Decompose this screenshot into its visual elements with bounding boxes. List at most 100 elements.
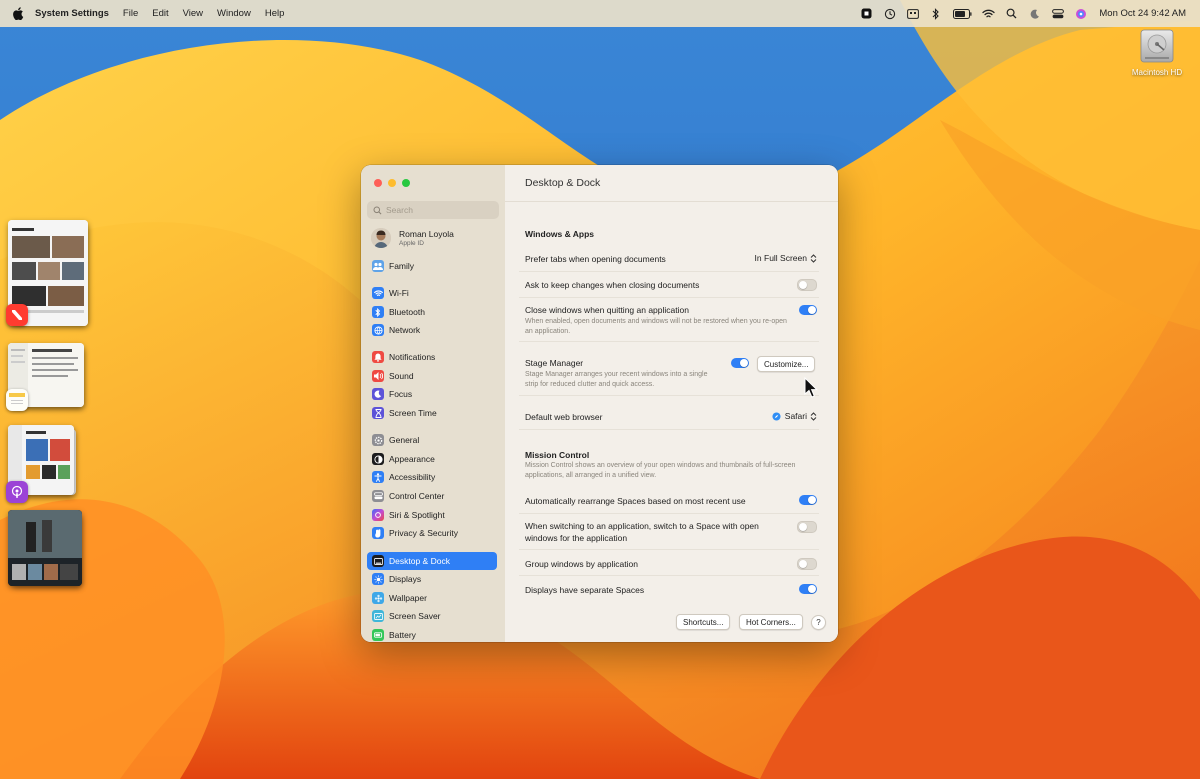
menu-file[interactable]: File: [123, 8, 138, 19]
zoom-window-button[interactable]: [402, 179, 410, 187]
default-browser-label: Default web browser: [525, 412, 603, 422]
menu-help[interactable]: Help: [265, 8, 285, 19]
keyboard-icon[interactable]: [906, 7, 919, 20]
default-browser-popup[interactable]: Safari: [772, 411, 817, 421]
default-browser-value: Safari: [784, 411, 807, 421]
auto-rearrange-toggle[interactable]: [799, 495, 817, 505]
user-name: Roman Loyola: [399, 229, 454, 239]
bluetooth-icon: [372, 306, 384, 318]
sidebar-item-desktop-dock[interactable]: Desktop & Dock: [367, 552, 497, 570]
menu-edit[interactable]: Edit: [152, 8, 168, 19]
chevron-updown-icon: [810, 411, 817, 421]
wifi-status-icon[interactable]: [982, 7, 996, 20]
hot-corners-button[interactable]: Hot Corners...: [739, 614, 803, 630]
sidebar-item-appearance[interactable]: Appearance: [367, 450, 497, 468]
menu-bar-status: Mon Oct 24 9:42 AM: [860, 0, 1186, 27]
setting-row-separate-spaces: Displays have separate Spaces: [519, 575, 819, 601]
sidebar-item-label: Notifications: [389, 352, 436, 362]
hard-drive-icon: [1140, 29, 1174, 63]
window-controls: [374, 179, 410, 187]
content-titlebar: Desktop & Dock: [505, 165, 838, 202]
time-machine-icon[interactable]: [883, 7, 896, 20]
general-icon: [372, 434, 384, 446]
displays-icon: [372, 573, 384, 585]
sidebar-item-label: Siri & Spotlight: [389, 510, 445, 520]
sidebar-item-label: Wi-Fi: [389, 288, 409, 298]
system-settings-window: Search Roman Loyola Apple ID Family Wi-F…: [361, 165, 838, 642]
spotlight-icon[interactable]: [1005, 7, 1018, 20]
sidebar-item-accessibility[interactable]: Accessibility: [367, 468, 497, 486]
apple-id-account[interactable]: Roman Loyola Apple ID: [371, 228, 454, 248]
accessibility-icon: [372, 471, 384, 483]
menu-view[interactable]: View: [183, 8, 203, 19]
news-app-icon: [6, 304, 28, 326]
minimize-window-button[interactable]: [388, 179, 396, 187]
sidebar-item-sound[interactable]: Sound: [367, 367, 497, 385]
mouse-pointer-icon: [804, 377, 818, 398]
group-windows-label: Group windows by application: [525, 559, 638, 569]
sidebar-item-general[interactable]: General: [367, 431, 497, 449]
menu-bar: System Settings File Edit View Window He…: [0, 0, 1200, 27]
sidebar-item-notifications[interactable]: Notifications: [367, 348, 497, 366]
macintosh-hd-desktop-item[interactable]: Macintosh HD: [1122, 26, 1192, 77]
control-center-status-icon[interactable]: [1051, 7, 1064, 20]
bluetooth-status-icon[interactable]: [929, 7, 942, 20]
prefer-tabs-popup[interactable]: In Full Screen: [755, 253, 817, 263]
section-header-mission-control: Mission Control: [525, 450, 590, 460]
setting-row-ask-keep-changes: Ask to keep changes when closing documen…: [519, 271, 819, 298]
battery-status-icon[interactable]: [952, 7, 972, 20]
separate-spaces-toggle[interactable]: [799, 584, 817, 594]
shortcuts-button[interactable]: Shortcuts...: [676, 614, 731, 630]
sidebar-item-label: Network: [389, 325, 421, 335]
wallpaper-icon: [372, 592, 384, 604]
help-button[interactable]: ?: [811, 615, 826, 630]
siri-icon: [372, 509, 384, 521]
sidebar-item-focus[interactable]: Focus: [367, 385, 497, 403]
menu-app-name[interactable]: System Settings: [35, 8, 109, 19]
battery-icon: [372, 629, 384, 641]
separate-spaces-label: Displays have separate Spaces: [525, 585, 645, 595]
screen-saver-icon: [372, 610, 384, 622]
record-icon[interactable]: [860, 7, 873, 20]
sidebar-item-bluetooth[interactable]: Bluetooth: [367, 303, 497, 321]
sidebar-search-field[interactable]: Search: [367, 201, 499, 219]
sidebar-item-siri-spotlight[interactable]: Siri & Spotlight: [367, 506, 497, 524]
sidebar-item-battery[interactable]: Battery: [367, 626, 497, 642]
sidebar-item-family[interactable]: Family: [367, 257, 497, 275]
sidebar-item-control-center[interactable]: Control Center: [367, 487, 497, 505]
search-placeholder: Search: [386, 205, 413, 215]
sidebar-item-privacy-security[interactable]: Privacy & Security: [367, 524, 497, 542]
group-windows-toggle[interactable]: [797, 558, 817, 570]
menu-bar-clock[interactable]: Mon Oct 24 9:42 AM: [1099, 8, 1186, 19]
stage-manager-toggle[interactable]: [731, 358, 749, 368]
sidebar-item-screen-time[interactable]: Screen Time: [367, 404, 497, 422]
desktop-dock-icon: [372, 555, 384, 567]
sidebar-item-screen-saver[interactable]: Screen Saver: [367, 607, 497, 625]
switch-space-toggle[interactable]: [797, 521, 817, 533]
menu-window[interactable]: Window: [217, 8, 251, 19]
close-window-button[interactable]: [374, 179, 382, 187]
sidebar-item-label: Wallpaper: [389, 593, 427, 603]
sidebar-item-network[interactable]: Network: [367, 321, 497, 339]
sidebar-item-label: Battery: [389, 630, 416, 640]
settings-sidebar: Search Roman Loyola Apple ID Family Wi-F…: [361, 165, 506, 642]
appearance-icon: [372, 453, 384, 465]
sidebar-item-wifi[interactable]: Wi-Fi: [367, 284, 497, 302]
close-windows-toggle[interactable]: [799, 305, 817, 315]
sidebar-item-wallpaper[interactable]: Wallpaper: [367, 589, 497, 607]
page-title: Desktop & Dock: [525, 177, 601, 189]
sidebar-item-label: Appearance: [389, 454, 435, 464]
siri-status-icon[interactable]: [1074, 7, 1087, 20]
network-icon: [372, 324, 384, 336]
apple-icon[interactable]: [11, 7, 25, 20]
sidebar-item-displays[interactable]: Displays: [367, 570, 497, 588]
sidebar-item-label: Privacy & Security: [389, 528, 458, 538]
settings-content-pane: Desktop & Dock Windows & Apps Prefer tab…: [505, 165, 838, 642]
prefer-tabs-label: Prefer tabs when opening documents: [525, 254, 666, 264]
ask-keep-toggle[interactable]: [797, 279, 817, 291]
mission-control-description: Mission Control shows an overview of you…: [525, 462, 796, 479]
stage-manager-customize-button[interactable]: Customize...: [757, 356, 816, 372]
sidebar-item-label: Desktop & Dock: [389, 556, 450, 566]
setting-row-switch-space: When switching to an application, switch…: [519, 513, 819, 550]
focus-status-icon[interactable]: [1028, 7, 1041, 20]
